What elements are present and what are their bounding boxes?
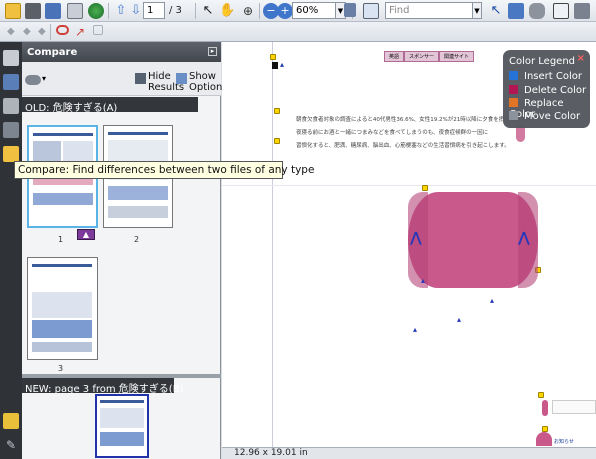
move-color-swatch	[509, 111, 518, 120]
replace-color-swatch	[509, 98, 518, 107]
find-input[interactable]: Find	[385, 2, 473, 19]
page-size-readout: 12.96 x 19.01 in	[234, 448, 308, 458]
annotation-toolbar: ◆ ◆ ◆ ↗	[0, 22, 596, 42]
hand-tool-icon[interactable]: ✋	[219, 3, 235, 19]
pointer-icon[interactable]: ↖	[488, 3, 504, 19]
attachments-icon[interactable]	[3, 122, 19, 138]
document-text-line: 習慣化すると、肥満、糖尿病、脳出血、心筋梗塞などの生活習慣病を引き起こします。	[296, 143, 510, 149]
highlighter-icon[interactable]: ◆	[23, 24, 39, 40]
document-text-line: 朝食欠食者対象の調査によると40代男性36.6%、女性19.2%が21時以降に夕…	[296, 117, 537, 123]
snapshot-icon[interactable]	[508, 3, 524, 19]
marquee-zoom-icon[interactable]: ⊕	[240, 3, 256, 19]
nav-tab: スポンサー	[404, 51, 440, 62]
compare-tooltip: Compare: Find differences between two fi…	[14, 161, 314, 179]
thumbnail-number: 2	[134, 235, 140, 244]
document-text-line: 夜寝る前にお酒と一緒につまみなどを食べてしまうのも、夜食症候群の一因に	[296, 130, 489, 136]
change-marker[interactable]	[270, 54, 276, 60]
show-options-icon[interactable]	[176, 73, 187, 84]
save-icon[interactable]	[45, 3, 61, 19]
panel-title: Compare	[27, 47, 78, 58]
print-icon[interactable]	[25, 3, 41, 19]
arrow-tool-icon[interactable]: ↗	[75, 24, 91, 40]
close-icon[interactable]: ×	[577, 53, 585, 64]
delete-color-swatch	[509, 85, 518, 94]
footer-link: お知らせ	[554, 439, 574, 445]
chevron-down-icon[interactable]: ▼	[473, 2, 482, 19]
zoom-level-select[interactable]: 60%	[292, 2, 336, 19]
new-page-thumbnail[interactable]	[95, 394, 149, 458]
change-marker[interactable]	[422, 185, 428, 191]
navigation-pane-strip: ✎	[0, 42, 22, 459]
bookmarks-icon[interactable]	[3, 74, 19, 90]
next-page-icon[interactable]: ⇩	[128, 3, 144, 19]
email-icon[interactable]	[67, 3, 83, 19]
previous-page-icon[interactable]: ⇧	[113, 3, 129, 19]
legend-item-replace: Replace Color	[509, 98, 564, 120]
new-document-label: NEW: page 3 from 危険すぎる(B)	[22, 378, 183, 395]
compare-panel-header: Compare ▸	[22, 42, 221, 62]
compare-panel-tools: ▾ Hide Results Show Options	[22, 62, 228, 96]
open-folder-icon[interactable]	[5, 3, 21, 19]
old-page-thumbnail-3[interactable]	[27, 257, 98, 360]
nav-tabs: 英語 スポンサー 関連サイト	[384, 48, 475, 62]
rectangle-tool-icon[interactable]	[93, 25, 103, 35]
select-tool-icon[interactable]: ↖	[200, 3, 216, 19]
compare-panel: Compare ▸ ▾ Hide Results Show Options OLD:…	[22, 42, 228, 459]
oval-tool-icon[interactable]	[56, 25, 69, 35]
comment-icon[interactable]	[553, 3, 569, 19]
hide-results-icon[interactable]	[135, 73, 146, 84]
stamp-icon[interactable]	[529, 3, 545, 19]
expand-triangle-icon[interactable]: ▲	[77, 229, 95, 240]
page-number-input[interactable]	[143, 2, 165, 19]
typewriter-icon[interactable]	[574, 3, 590, 19]
legend-title: Color Legend	[509, 56, 576, 67]
pencil-icon[interactable]: ◆	[7, 24, 23, 40]
legend-item-insert: Insert Color	[509, 71, 582, 83]
legend-item-move: Move Color	[509, 111, 580, 123]
change-marker[interactable]	[274, 108, 280, 114]
eraser-icon[interactable]: ◆	[38, 24, 54, 40]
insert-color-swatch	[509, 71, 518, 80]
paperclip-icon[interactable]: ✎	[3, 437, 19, 453]
nav-tab: 英語	[384, 51, 405, 62]
chevron-down-icon[interactable]: ▾	[42, 74, 46, 83]
page-total: / 3	[169, 5, 182, 16]
legend-item-delete: Delete Color	[509, 85, 586, 97]
full-screen-icon[interactable]	[363, 3, 379, 19]
pages-icon[interactable]	[3, 50, 19, 66]
collaborate-icon[interactable]	[88, 3, 104, 19]
comments-icon[interactable]	[3, 413, 19, 429]
thumbnail-number: 1	[58, 235, 64, 244]
change-marker[interactable]	[538, 392, 544, 398]
layers-icon[interactable]	[3, 98, 19, 114]
old-document-label: OLD: 危険すぎる(A)	[22, 97, 198, 114]
fit-page-icon[interactable]	[344, 3, 356, 17]
nav-tab: 関連サイト	[439, 51, 475, 62]
options-gear-icon[interactable]	[25, 75, 41, 85]
main-toolbar: ⇧ ⇩ / 3 ↖ ✋ ⊕ − + 60% ▼ Find ▼ ↖	[0, 0, 596, 22]
zoom-in-icon[interactable]: +	[277, 3, 293, 19]
compare-icon[interactable]	[3, 146, 19, 162]
color-legend: Color Legend × Insert Color Delete Color…	[503, 50, 590, 128]
thumbnail-number: 3	[58, 364, 64, 373]
change-marker[interactable]	[274, 138, 280, 144]
panel-menu-icon[interactable]: ▸	[208, 47, 217, 56]
